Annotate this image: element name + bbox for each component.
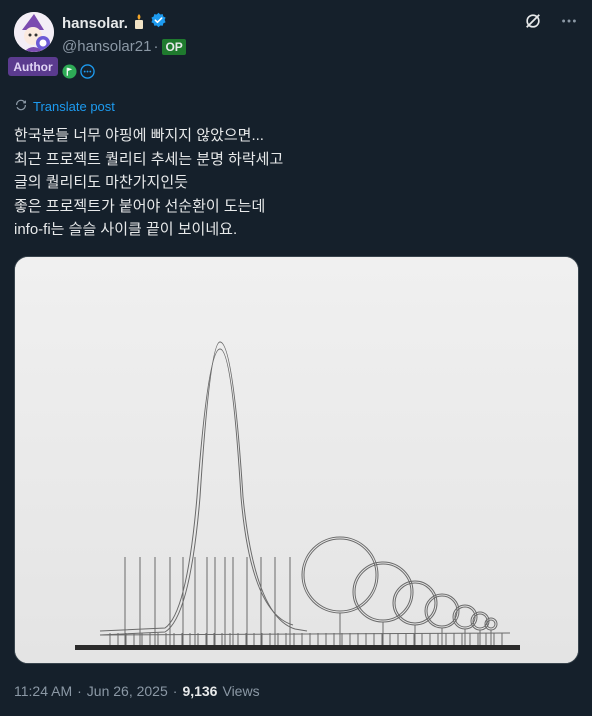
author-badge: Author <box>8 57 58 76</box>
separator: · <box>153 38 159 55</box>
post-line: info-fi는 슬슬 사이클 끝이 보이네요. <box>14 221 238 238</box>
post-time[interactable]: 11:24 AM <box>14 683 72 699</box>
avatar[interactable] <box>14 12 54 52</box>
translate-label[interactable]: Translate post <box>33 99 115 114</box>
handle-row: @hansolar21 · OP <box>62 38 186 55</box>
translate-post-link[interactable]: Translate post <box>14 98 115 115</box>
more-dots-icon[interactable] <box>80 64 95 84</box>
grok-icon[interactable] <box>524 12 542 35</box>
post-text: 한국분들 너무 야핑에 빠지지 않았으면... 최근 프로젝트 퀄리티 추세는 … <box>14 124 283 242</box>
candle-icon <box>132 13 146 34</box>
post-line: 글의 퀄리티도 마찬가지인듯 <box>14 174 188 191</box>
avatar-image <box>14 12 54 52</box>
author-name-row[interactable]: hansolar. <box>62 12 167 34</box>
flair-row <box>62 64 95 84</box>
post-line: 좋은 프로젝트가 붙어야 선순환이 도는데 <box>14 197 266 215</box>
post-media-image[interactable] <box>14 256 579 664</box>
translate-icon <box>14 98 28 115</box>
verified-badge-icon <box>150 12 167 34</box>
post-line: 한국분들 너무 야핑에 빠지지 않았으면... <box>14 127 264 144</box>
post-line: 최근 프로젝트 퀄리티 추세는 분명 하락세고 <box>14 150 284 168</box>
meta-separator: · <box>172 683 178 699</box>
flag-icon[interactable] <box>62 64 77 84</box>
display-name[interactable]: hansolar. <box>62 15 128 32</box>
views-count: 9,136 <box>182 683 218 699</box>
op-badge: OP <box>162 38 186 55</box>
views-label: Views <box>222 683 260 699</box>
header-actions <box>524 12 578 35</box>
handle[interactable]: @hansolar21 <box>62 38 151 55</box>
post-meta: 11:24 AM · Jun 26, 2025 · 9,136 Views <box>14 683 260 699</box>
more-options-icon[interactable] <box>560 12 578 35</box>
roller-coaster-model-image <box>15 257 578 663</box>
meta-separator: · <box>77 683 82 699</box>
post-date[interactable]: Jun 26, 2025 <box>87 683 168 699</box>
